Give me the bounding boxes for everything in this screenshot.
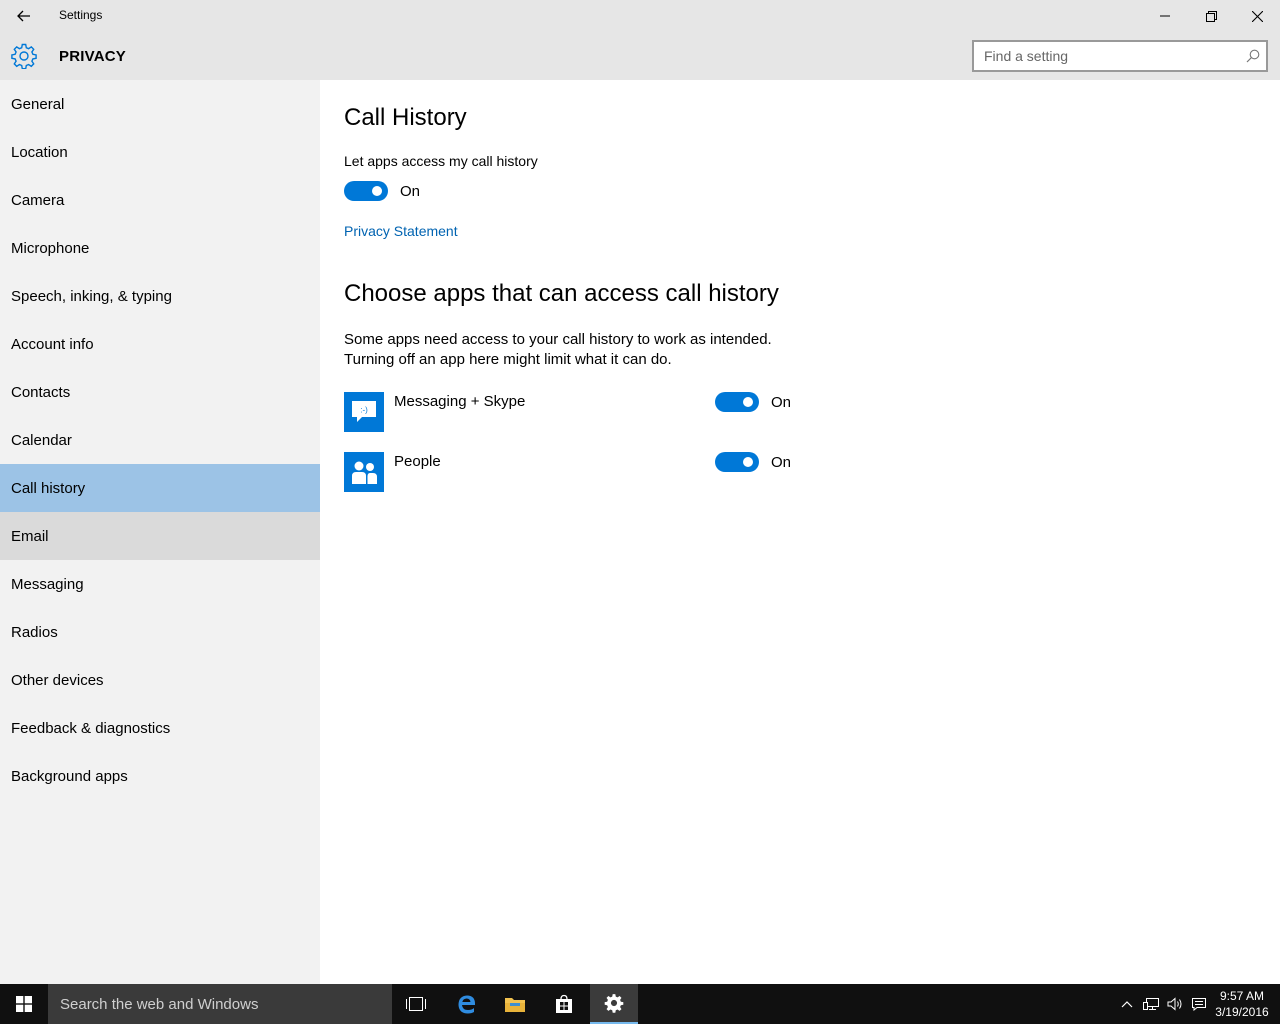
restore-button[interactable]: [1188, 0, 1234, 32]
sidebar-item-account-info[interactable]: Account info: [0, 320, 320, 368]
people-icon: [352, 461, 377, 484]
toggle-knob: [743, 457, 753, 467]
close-icon: [1251, 10, 1263, 22]
store-icon: [556, 994, 572, 1013]
sidebar-item-call-history[interactable]: Call history: [0, 464, 320, 512]
show-hidden-icons-button[interactable]: [1117, 994, 1137, 1014]
taskbar-search-input[interactable]: [48, 984, 392, 1024]
apps-heading: Choose apps that can access call history: [344, 280, 779, 307]
sidebar-item-general[interactable]: General: [0, 80, 320, 128]
taskbar-search-box[interactable]: [48, 984, 392, 1024]
minimize-icon: [1160, 15, 1170, 17]
access-toggle-state: On: [400, 183, 421, 200]
back-arrow-icon: [17, 10, 30, 22]
search-icon: [1246, 49, 1260, 63]
call-history-access-toggle[interactable]: [344, 181, 388, 201]
back-button[interactable]: [0, 0, 48, 32]
sidebar-item-microphone[interactable]: Microphone: [0, 224, 320, 272]
minimize-button[interactable]: [1142, 0, 1188, 32]
find-setting-input[interactable]: [974, 42, 1234, 70]
sidebar-item-email[interactable]: Email: [0, 512, 320, 560]
sidebar-item-camera[interactable]: Camera: [0, 176, 320, 224]
task-view-button[interactable]: [392, 984, 440, 1024]
people-tile: [344, 452, 384, 492]
page-title: Call History: [344, 104, 467, 131]
sidebar-item-background-apps[interactable]: Background apps: [0, 752, 320, 800]
messaging-skype-toggle[interactable]: [715, 392, 759, 412]
toggle-knob: [372, 186, 382, 196]
clock-time: 9:57 AM: [1219, 989, 1265, 1003]
task-view-icon: [406, 997, 426, 1011]
start-button[interactable]: [0, 984, 48, 1024]
apps-description: Some apps need access to your call histo…: [344, 330, 772, 370]
edge-icon: [458, 995, 476, 1014]
settings-header: PRIVACY: [0, 32, 1280, 80]
gear-icon: [604, 994, 624, 1013]
sidebar-item-feedback[interactable]: Feedback & diagnostics: [0, 704, 320, 752]
store-button[interactable]: [540, 984, 588, 1024]
file-explorer-button[interactable]: [491, 984, 539, 1024]
messaging-skype-tile: :-): [344, 392, 384, 432]
app-name-messaging-skype: Messaging + Skype: [394, 393, 526, 410]
windows-logo-icon: [16, 996, 32, 1012]
people-toggle[interactable]: [715, 452, 759, 472]
folder-icon: [505, 998, 525, 1012]
taskbar: 9:57 AM 3/19/2016: [0, 984, 1280, 1024]
sidebar-item-speech[interactable]: Speech, inking, & typing: [0, 272, 320, 320]
sidebar-item-location[interactable]: Location: [0, 128, 320, 176]
volume-button[interactable]: [1165, 994, 1185, 1014]
description-line-2: Turning off an app here might limit what…: [344, 351, 672, 368]
sidebar-item-radios[interactable]: Radios: [0, 608, 320, 656]
chevron-up-icon: [1121, 1001, 1133, 1008]
close-button[interactable]: [1234, 0, 1280, 32]
window-title: Settings: [59, 8, 103, 22]
toggle-knob: [743, 397, 753, 407]
network-button[interactable]: [1141, 994, 1161, 1014]
access-label: Let apps access my call history: [344, 153, 538, 169]
messaging-icon: :-): [352, 401, 376, 422]
people-toggle-state: On: [771, 454, 792, 471]
settings-taskbar-button[interactable]: [590, 984, 638, 1024]
system-clock[interactable]: 9:57 AM 3/19/2016: [1210, 988, 1274, 1020]
description-line-1: Some apps need access to your call histo…: [344, 331, 772, 348]
edge-button[interactable]: [443, 984, 491, 1024]
section-title: PRIVACY: [59, 48, 126, 65]
sidebar-item-calendar[interactable]: Calendar: [0, 416, 320, 464]
sidebar-item-contacts[interactable]: Contacts: [0, 368, 320, 416]
app-name-people: People: [394, 453, 441, 470]
action-center-button[interactable]: [1189, 994, 1209, 1014]
clock-date: 3/19/2016: [1215, 1005, 1269, 1019]
messaging-skype-toggle-state: On: [771, 394, 792, 411]
find-setting-box[interactable]: [972, 40, 1268, 72]
sidebar-nav: General Location Camera Microphone Speec…: [0, 80, 320, 984]
volume-icon: [1167, 997, 1182, 1011]
gear-icon: [11, 43, 37, 69]
sidebar-item-messaging[interactable]: Messaging: [0, 560, 320, 608]
notification-icon: [1192, 998, 1206, 1011]
privacy-statement-link[interactable]: Privacy Statement: [344, 223, 458, 239]
sidebar-item-other-devices[interactable]: Other devices: [0, 656, 320, 704]
title-bar: Settings: [0, 0, 1280, 32]
network-icon: [1143, 998, 1159, 1010]
restore-icon: [1205, 10, 1217, 22]
svg-text::-): :-): [360, 406, 368, 415]
